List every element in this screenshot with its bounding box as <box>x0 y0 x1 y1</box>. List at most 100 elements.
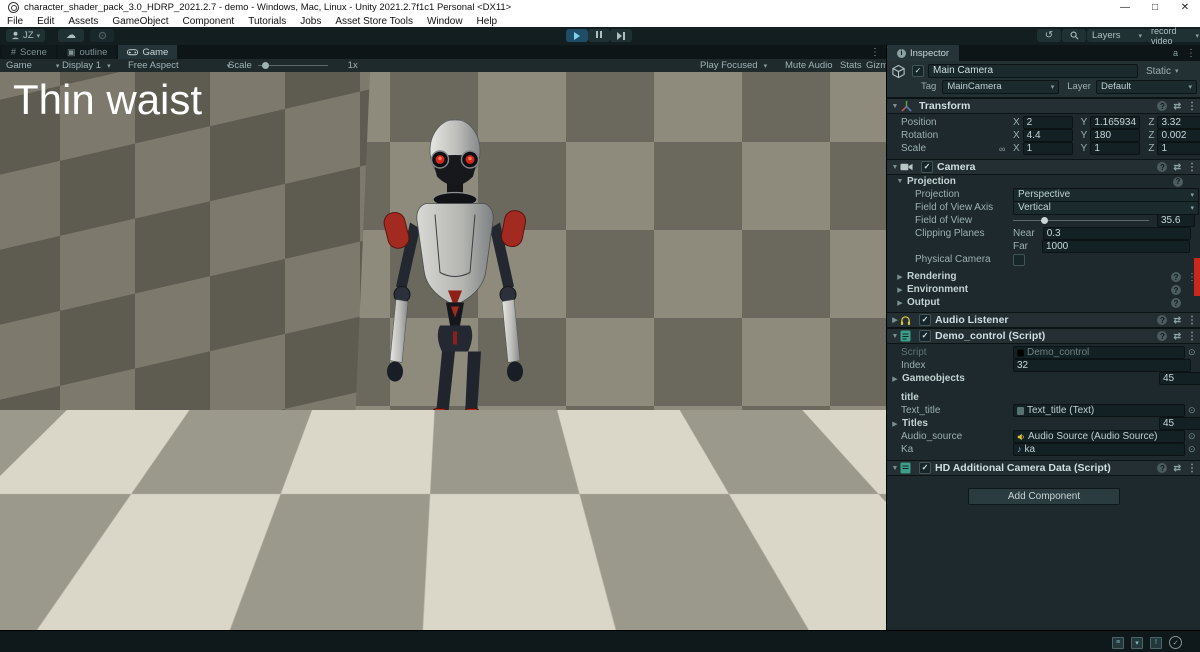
progress-check-icon[interactable]: ✓ <box>1169 636 1182 649</box>
menu-assets[interactable]: Assets <box>68 16 98 27</box>
foldout-icon[interactable]: ▼ <box>895 178 905 185</box>
pause-button[interactable] <box>588 29 610 42</box>
projection-section-row[interactable]: ▼ Projection ? <box>887 175 1200 188</box>
component-menu-icon[interactable]: ⋮ <box>1187 463 1197 474</box>
position-x-field[interactable]: 2 <box>1023 116 1073 129</box>
scale-slider[interactable] <box>258 65 328 66</box>
presets-icon[interactable]: ⇄ <box>1173 162 1181 173</box>
layers-dropdown[interactable]: Layers ▾ <box>1087 29 1147 42</box>
foldout-icon[interactable]: ▶ <box>895 286 905 294</box>
fov-value-field[interactable]: 35.6 <box>1157 214 1195 227</box>
game-viewport[interactable]: Thin waist < > <box>0 72 886 630</box>
inspector-menu-icon[interactable]: ⋮ <box>1186 48 1196 59</box>
help-icon[interactable]: ? <box>1171 285 1181 295</box>
close-button[interactable]: ✕ <box>1170 0 1200 15</box>
console-warning-icon[interactable]: ▾ <box>1131 637 1143 649</box>
play-focused-dropdown[interactable]: Play Focused ▾ <box>700 59 767 72</box>
demo-control-header[interactable]: ▼ ✓ Demo_control (Script) ? ⇄ ⋮ <box>887 328 1200 344</box>
help-icon[interactable]: ? <box>1157 463 1167 473</box>
environment-foldout[interactable]: ▶ Environment ? <box>887 283 1200 296</box>
presets-icon[interactable]: ⇄ <box>1173 331 1181 342</box>
cloud-button[interactable]: ☁ <box>58 29 84 42</box>
tab-game[interactable]: Game <box>118 45 177 59</box>
console-error-icon[interactable]: ! <box>1150 637 1162 649</box>
presets-icon[interactable]: ⇄ <box>1173 315 1181 326</box>
gameobject-name-field[interactable]: Main Camera <box>928 64 1138 78</box>
display-dropdown[interactable]: Display 1 ▾ <box>62 59 111 72</box>
component-menu-icon[interactable]: ⋮ <box>1187 315 1197 326</box>
tab-scene[interactable]: # Scene <box>2 45 56 59</box>
prev-character-button[interactable]: < <box>838 600 852 628</box>
lock-icon[interactable]: a <box>1173 48 1178 58</box>
transform-header[interactable]: ▼ Transform ? ⇄ ⋮ <box>887 98 1200 114</box>
object-picker-icon[interactable]: ⊙ <box>1188 431 1196 442</box>
foldout-icon[interactable]: ▶ <box>890 375 900 383</box>
help-icon[interactable]: ? <box>1157 331 1167 341</box>
scale-z-field[interactable]: 1 <box>1157 142 1200 155</box>
help-icon[interactable]: ? <box>1157 162 1167 172</box>
help-icon[interactable]: ? <box>1157 315 1167 325</box>
index-field[interactable]: 32 <box>1013 359 1191 372</box>
menu-component[interactable]: Component <box>183 16 235 27</box>
next-character-button[interactable]: > <box>858 600 872 628</box>
foldout-icon[interactable]: ▼ <box>890 333 900 340</box>
static-dropdown-caret[interactable]: ▾ <box>1175 67 1179 75</box>
position-z-field[interactable]: 3.32 <box>1157 116 1200 129</box>
scale-x-field[interactable]: 1 <box>1023 142 1073 155</box>
fov-slider-knob[interactable] <box>1041 217 1048 224</box>
audio-source-object-field[interactable]: Audio Source (Audio Source) <box>1013 430 1185 443</box>
stats-button[interactable]: Stats <box>840 59 862 72</box>
object-picker-icon[interactable]: ⊙ <box>1188 444 1196 455</box>
layout-dropdown[interactable]: record video ▾ <box>1146 29 1200 42</box>
foldout-icon[interactable]: ▶ <box>890 420 900 428</box>
projection-dropdown[interactable]: Perspective ▾ <box>1013 188 1199 202</box>
foldout-icon[interactable]: ▶ <box>890 316 900 324</box>
foldout-icon[interactable]: ▼ <box>890 103 900 110</box>
camera-enabled-checkbox[interactable]: ✓ <box>921 161 933 173</box>
layer-dropdown[interactable]: Default ▾ <box>1096 80 1197 94</box>
titles-count-field[interactable]: 45 <box>1159 417 1200 430</box>
rotation-y-field[interactable]: 180 <box>1090 129 1140 142</box>
menu-tutorials[interactable]: Tutorials <box>248 16 286 27</box>
add-component-button[interactable]: Add Component <box>968 488 1120 505</box>
output-foldout[interactable]: ▶ Output ? <box>887 296 1200 309</box>
menu-gameobject[interactable]: GameObject <box>112 16 168 27</box>
foldout-icon[interactable]: ▶ <box>895 273 905 281</box>
foldout-icon[interactable]: ▼ <box>890 465 900 472</box>
menu-jobs[interactable]: Jobs <box>300 16 321 27</box>
aspect-dropdown[interactable]: Free Aspect ▾ <box>128 59 230 72</box>
help-icon[interactable]: ? <box>1171 272 1181 282</box>
scale-slider-knob[interactable] <box>262 62 269 69</box>
menu-edit[interactable]: Edit <box>37 16 54 27</box>
game-view-menu-icon[interactable]: ⋮ <box>870 47 880 58</box>
services-button[interactable] <box>90 29 114 42</box>
presets-icon[interactable]: ⇄ <box>1173 101 1181 112</box>
mute-audio-button[interactable]: Mute Audio <box>785 59 833 72</box>
script-object-field[interactable]: Demo_control <box>1013 346 1185 359</box>
ka-object-field[interactable]: ♪ ka <box>1013 443 1185 456</box>
foldout-icon[interactable]: ▶ <box>895 299 905 307</box>
gameobject-active-checkbox[interactable]: ✓ <box>912 65 924 77</box>
component-menu-icon[interactable]: ⋮ <box>1187 101 1197 112</box>
near-field[interactable]: 0.3 <box>1043 227 1191 240</box>
search-button[interactable] <box>1062 29 1086 42</box>
menu-window[interactable]: Window <box>427 16 463 27</box>
menu-file[interactable]: File <box>7 16 23 27</box>
tab-outline[interactable]: ▣ outline <box>58 45 117 59</box>
object-picker-icon[interactable]: ⊙ <box>1188 347 1196 358</box>
minimize-button[interactable]: — <box>1110 0 1140 15</box>
help-icon[interactable]: ? <box>1173 177 1183 187</box>
fov-axis-dropdown[interactable]: Vertical ▾ <box>1013 201 1199 215</box>
hd-camera-data-header[interactable]: ▼ ✓ HD Additional Camera Data (Script) ?… <box>887 460 1200 476</box>
play-button[interactable] <box>566 29 588 42</box>
rotation-x-field[interactable]: 4.4 <box>1023 129 1073 142</box>
help-icon[interactable]: ? <box>1171 298 1181 308</box>
scale-y-field[interactable]: 1 <box>1090 142 1140 155</box>
menu-help[interactable]: Help <box>477 16 498 27</box>
maximize-button[interactable]: □ <box>1140 0 1170 15</box>
presets-icon[interactable]: ⇄ <box>1173 463 1181 474</box>
text-title-object-field[interactable]: Text_title (Text) <box>1013 404 1185 417</box>
link-scale-icon[interactable]: ∞ <box>999 144 1005 154</box>
rendering-foldout[interactable]: ▶ Rendering ? ⋮ <box>887 270 1200 283</box>
tab-inspector[interactable]: i Inspector <box>887 45 959 61</box>
